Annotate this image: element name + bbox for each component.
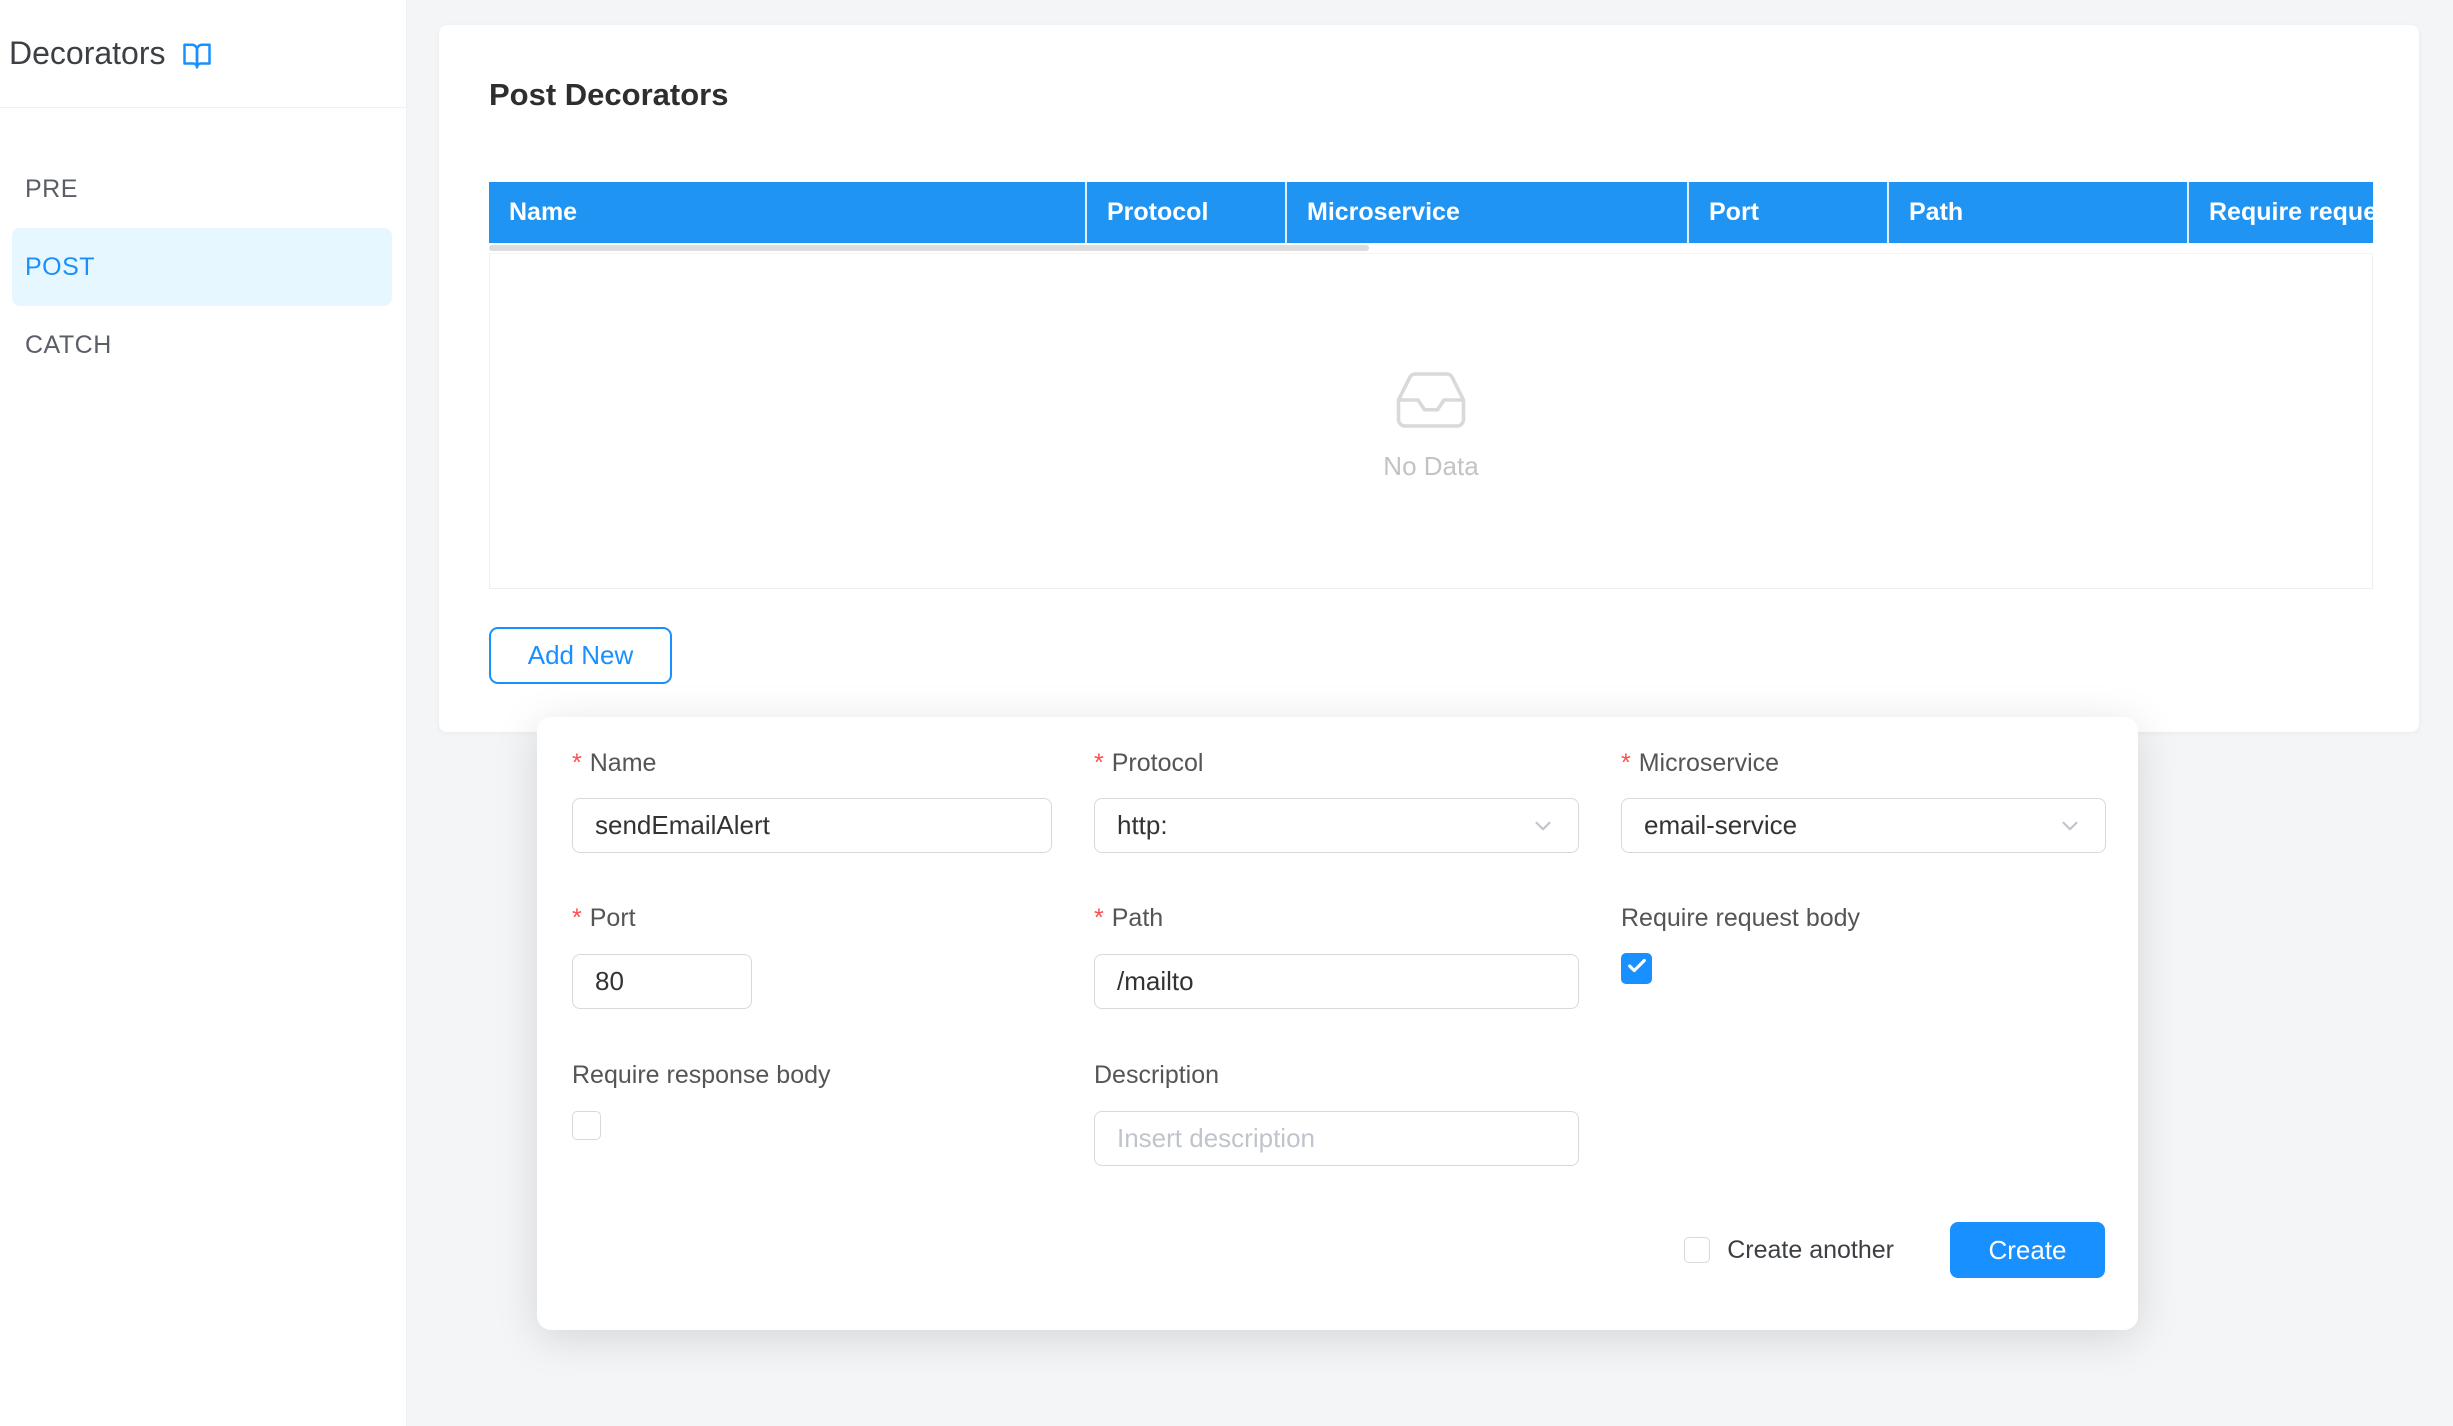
sidebar-header: Decorators bbox=[0, 0, 406, 108]
page: Decorators PRE POST CATCH Post Decorator… bbox=[0, 0, 2453, 1426]
required-asterisk: * bbox=[572, 904, 582, 933]
protocol-selected-value: http: bbox=[1117, 810, 1168, 841]
decorators-table: Name Protocol Microservice Port Path Req… bbox=[489, 182, 2373, 589]
check-icon bbox=[1626, 955, 1648, 982]
description-label: Description bbox=[1094, 1059, 1219, 1091]
sidebar-item-catch[interactable]: CATCH bbox=[12, 306, 392, 384]
require-request-body-label: Require request body bbox=[1621, 902, 1860, 934]
microservice-select[interactable]: email-service bbox=[1621, 798, 2106, 853]
table-empty-state: No Data bbox=[489, 253, 2373, 589]
port-field[interactable] bbox=[572, 954, 752, 1009]
sidebar-menu: PRE POST CATCH bbox=[0, 108, 406, 384]
column-header-name: Name bbox=[489, 182, 1085, 243]
name-field[interactable] bbox=[572, 798, 1052, 853]
required-asterisk: * bbox=[1094, 904, 1104, 933]
horizontal-scrollbar-thumb[interactable] bbox=[489, 245, 1369, 251]
require-request-body-checkbox[interactable] bbox=[1621, 953, 1652, 984]
table-header-row: Name Protocol Microservice Port Path Req… bbox=[489, 182, 2373, 243]
create-another-label: Create another bbox=[1727, 1236, 1894, 1265]
sidebar-item-pre[interactable]: PRE bbox=[12, 150, 392, 228]
page-title: Post Decorators bbox=[489, 77, 728, 113]
no-data-label: No Data bbox=[1383, 451, 1478, 482]
column-header-protocol: Protocol bbox=[1085, 182, 1285, 243]
protocol-label: * Protocol bbox=[1094, 747, 1203, 779]
required-asterisk: * bbox=[1094, 749, 1104, 778]
form-footer: Create another Create bbox=[1684, 1222, 2105, 1278]
name-label: * Name bbox=[572, 747, 656, 779]
create-decorator-form: * Name * Protocol http: * Microservice bbox=[537, 717, 2138, 1330]
create-button[interactable]: Create bbox=[1950, 1222, 2105, 1278]
inbox-icon bbox=[1392, 361, 1470, 439]
add-new-button[interactable]: Add New bbox=[489, 627, 672, 684]
microservice-label: * Microservice bbox=[1621, 747, 1779, 779]
chevron-down-icon bbox=[1530, 813, 1556, 839]
column-header-microservice: Microservice bbox=[1285, 182, 1687, 243]
create-another-checkbox[interactable] bbox=[1684, 1237, 1710, 1263]
required-asterisk: * bbox=[1621, 749, 1631, 778]
column-header-require-request-body: Require request body bbox=[2187, 182, 2373, 243]
microservice-selected-value: email-service bbox=[1644, 810, 1797, 841]
book-icon[interactable] bbox=[182, 41, 212, 71]
path-field[interactable] bbox=[1094, 954, 1579, 1009]
require-response-body-label: Require response body bbox=[572, 1059, 831, 1091]
protocol-select[interactable]: http: bbox=[1094, 798, 1579, 853]
main-content: Post Decorators Name Protocol Microservi… bbox=[407, 0, 2453, 1426]
create-another-option: Create another bbox=[1684, 1236, 1894, 1265]
sidebar-title: Decorators bbox=[9, 35, 166, 72]
column-header-path: Path bbox=[1887, 182, 2187, 243]
required-asterisk: * bbox=[572, 749, 582, 778]
post-decorators-card: Post Decorators Name Protocol Microservi… bbox=[439, 25, 2419, 732]
require-response-body-checkbox[interactable] bbox=[572, 1111, 601, 1140]
path-label: * Path bbox=[1094, 902, 1163, 934]
description-field[interactable] bbox=[1094, 1111, 1579, 1166]
sidebar-item-post[interactable]: POST bbox=[12, 228, 392, 306]
column-header-port: Port bbox=[1687, 182, 1887, 243]
port-label: * Port bbox=[572, 902, 636, 934]
sidebar: Decorators PRE POST CATCH bbox=[0, 0, 407, 1426]
chevron-down-icon bbox=[2057, 813, 2083, 839]
horizontal-scrollbar bbox=[489, 245, 2373, 253]
